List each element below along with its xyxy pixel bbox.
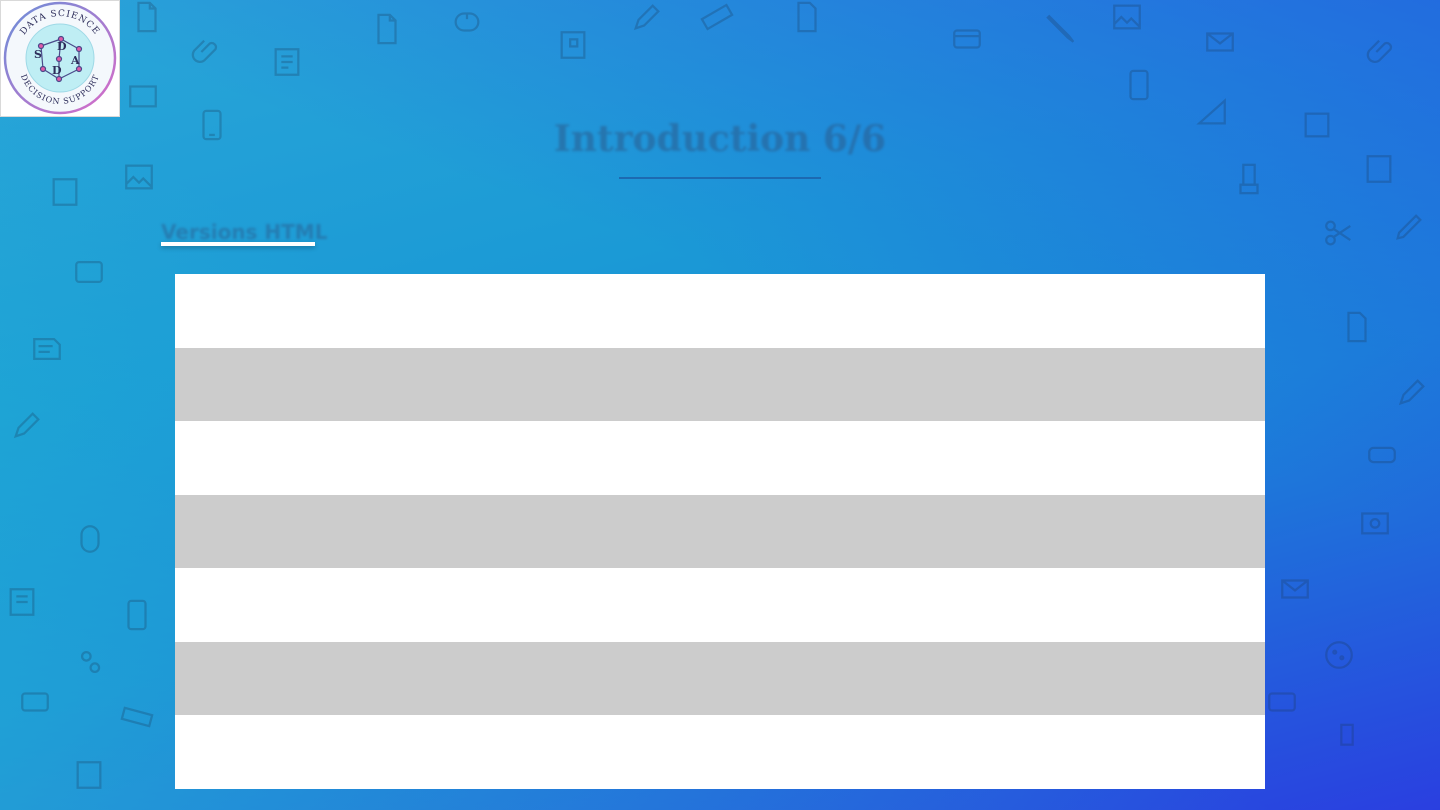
scissors-icon xyxy=(1322,216,1356,250)
section-heading-underline xyxy=(161,242,315,246)
card-icon xyxy=(1265,685,1299,719)
camera-icon xyxy=(1358,505,1392,539)
table-row xyxy=(175,274,1265,348)
image-icon xyxy=(122,160,156,194)
logo-letter: A xyxy=(70,54,80,67)
logo-emblem: S D A D DATA SCIENCE DECISION SUPPORT xyxy=(3,1,117,115)
cookie-icon xyxy=(1322,638,1356,672)
pencil-icon xyxy=(1395,375,1429,409)
note-icon xyxy=(30,332,64,366)
wallet-icon xyxy=(126,78,160,112)
image-icon xyxy=(1110,0,1144,34)
section-heading: Versions HTML xyxy=(161,220,328,244)
card-icon xyxy=(950,22,984,56)
table-row xyxy=(175,421,1265,495)
pencil-icon xyxy=(630,0,664,34)
document-icon xyxy=(270,45,304,79)
gamepad-icon xyxy=(1365,438,1399,472)
slide-title: Introduction 6/6 xyxy=(553,118,887,160)
notebook-icon xyxy=(48,175,82,209)
table-row xyxy=(175,568,1265,642)
table-row xyxy=(175,347,1265,422)
paperclip-icon xyxy=(190,35,224,69)
table-row xyxy=(175,641,1265,716)
usb-icon xyxy=(1232,162,1266,196)
paperclip-icon xyxy=(1365,35,1399,69)
usb-icon xyxy=(1330,722,1364,756)
logo-letter: D xyxy=(52,64,62,77)
pen-icon xyxy=(1045,12,1079,46)
glasses-icon xyxy=(75,645,109,679)
mouse-icon xyxy=(450,5,484,39)
table-row xyxy=(175,715,1265,790)
pencil-icon xyxy=(10,408,44,442)
file-icon xyxy=(790,0,824,34)
content-table xyxy=(175,274,1265,790)
card-icon xyxy=(18,685,52,719)
notebook-icon xyxy=(556,28,590,62)
mail-icon xyxy=(1203,25,1237,59)
ruler-icon xyxy=(700,0,734,34)
tablet-icon xyxy=(72,255,106,289)
ruler-icon xyxy=(120,700,154,734)
logo: S D A D DATA SCIENCE DECISION SUPPORT xyxy=(0,0,120,117)
smartphone-icon xyxy=(1122,68,1156,102)
title-underline xyxy=(619,177,821,179)
logo-letter: S xyxy=(34,48,42,61)
mail-icon xyxy=(1278,572,1312,606)
marker-icon xyxy=(1392,210,1426,244)
logo-letter: D xyxy=(57,40,67,53)
file-icon xyxy=(130,0,164,34)
file-icon xyxy=(1340,310,1374,344)
mouse-icon xyxy=(73,522,107,556)
file-icon xyxy=(370,12,404,46)
document-icon xyxy=(5,585,39,619)
smartphone-icon xyxy=(120,598,154,632)
table-row xyxy=(175,494,1265,569)
notebook-icon xyxy=(72,758,106,792)
